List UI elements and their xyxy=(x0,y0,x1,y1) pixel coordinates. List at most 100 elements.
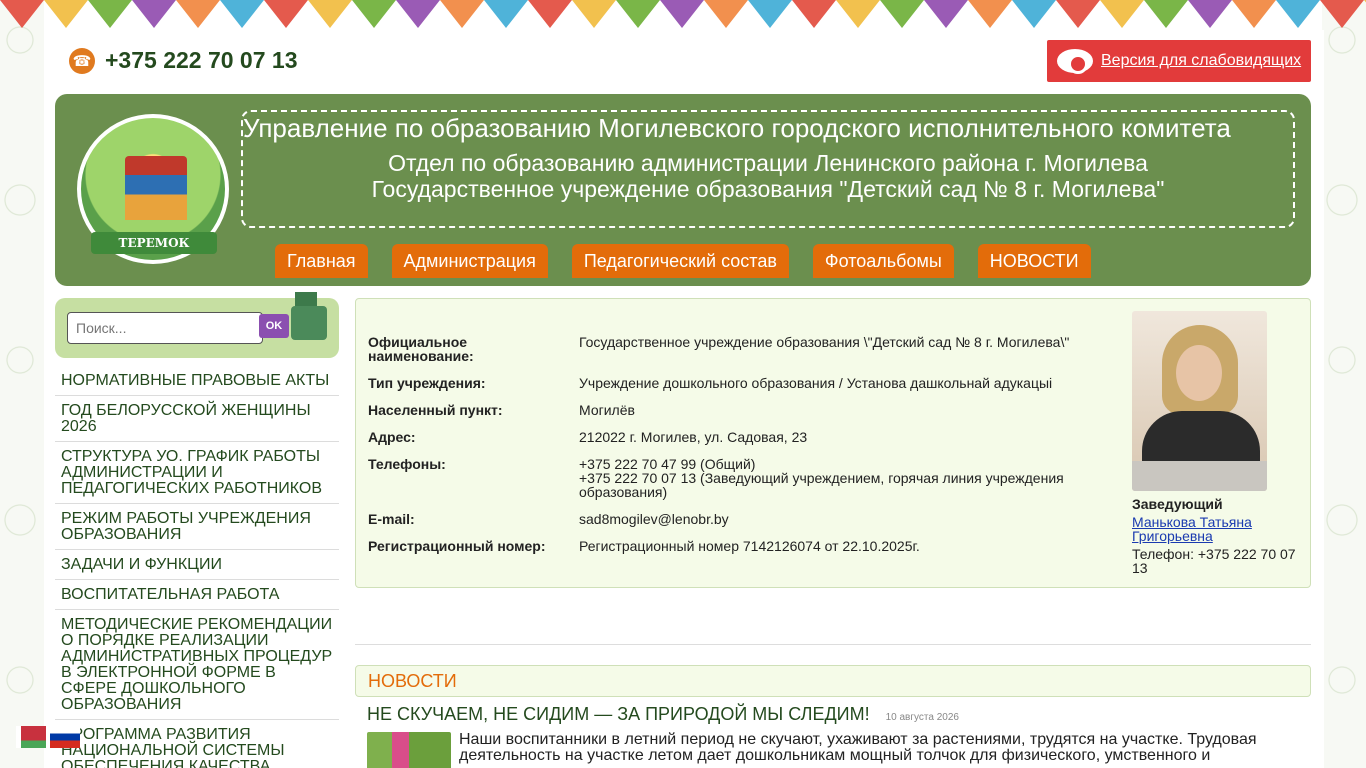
header-title-main: Управление по образованию Могилевского г… xyxy=(243,113,1231,143)
kindergarten-logo[interactable]: ТЕРЕМОК xyxy=(77,114,229,264)
info-value: Учреждение дошкольного образования / Уст… xyxy=(579,375,1053,391)
sidebar-item-year-of-women[interactable]: ГОД БЕЛОРУССКОЙ ЖЕНЩИНЫ 2026 xyxy=(55,396,339,442)
low-vision-label: Версия для слабовидящих xyxy=(1101,52,1302,69)
train-chimney xyxy=(295,292,317,306)
info-row-phones: Телефоны: +375 222 70 47 99 (Общий) +375… xyxy=(368,457,1108,499)
eye-icon xyxy=(1057,49,1093,74)
info-label: Официальное наименование: xyxy=(368,334,474,364)
bunting-flag xyxy=(528,0,572,28)
top-phone: ☎ +375 222 70 07 13 xyxy=(69,47,298,74)
bunting-flag xyxy=(924,0,968,28)
train-body xyxy=(291,306,327,340)
info-row-official-name: Официальное наименование: Государственно… xyxy=(368,335,1108,363)
header-title-sub1: Отдел по образованию администрации Ленин… xyxy=(388,150,1148,176)
sidebar-item-methodical-recommendations[interactable]: МЕТОДИЧЕСКИЕ РЕКОМЕНДАЦИИ О ПОРЯДКЕ РЕАЛ… xyxy=(55,610,339,720)
bunting-flag xyxy=(1144,0,1188,28)
bunting-flag xyxy=(748,0,792,28)
sidebar-item-work-schedule[interactable]: РЕЖИМ РАБОТЫ УЧРЕЖДЕНИЯ ОБРАЗОВАНИЯ xyxy=(55,504,339,550)
low-vision-version-button[interactable]: Версия для слабовидящих xyxy=(1047,40,1311,82)
news-date: 10 августа 2026 xyxy=(885,712,959,723)
bunting-flag xyxy=(1012,0,1056,28)
bunting-flag xyxy=(352,0,396,28)
info-value: Могилёв xyxy=(579,402,635,418)
train-icon xyxy=(291,292,331,346)
nav-photo-albums[interactable]: Фотоальбомы xyxy=(812,244,954,278)
bunting-flag xyxy=(44,0,88,28)
search-input[interactable] xyxy=(67,312,263,344)
info-row-registration: Регистрационный номер: Регистрационный н… xyxy=(368,539,1108,553)
sidebar-item-tasks[interactable]: ЗАДАЧИ И ФУНКЦИИ xyxy=(55,550,339,580)
news-section-header: НОВОСТИ xyxy=(355,665,1311,697)
belarus-flag-icon[interactable] xyxy=(16,726,46,748)
bunting-flag xyxy=(88,0,132,28)
bunting-flag xyxy=(792,0,836,28)
bunting-flag xyxy=(1056,0,1100,28)
info-rows: Официальное наименование: Государственно… xyxy=(368,335,1108,566)
info-row-locality: Населенный пункт: Могилёв xyxy=(368,403,1108,417)
russia-flag-icon[interactable] xyxy=(50,726,80,748)
nav-home[interactable]: Главная xyxy=(275,244,368,278)
main-nav: Главная Администрация Педагогический сос… xyxy=(275,244,1091,278)
director-name-link[interactable]: Манькова Татьяна Григорьевна xyxy=(1132,515,1302,543)
bunting-flag xyxy=(1320,0,1364,28)
info-value: +375 222 70 47 99 (Общий) +375 222 70 07… xyxy=(579,456,1064,500)
bunting-flag xyxy=(440,0,484,28)
bunting-flag xyxy=(132,0,176,28)
header-title-box: Управление по образованию Могилевского г… xyxy=(241,110,1295,228)
info-value: Регистрационный номер 7142126074 от 22.1… xyxy=(579,538,920,554)
institution-info-panel: Официальное наименование: Государственно… xyxy=(355,298,1311,588)
director-info: Заведующий Манькова Татьяна Григорьевна … xyxy=(1132,497,1302,575)
director-phone: Телефон: +375 222 70 07 13 xyxy=(1132,546,1296,576)
language-switcher xyxy=(16,726,80,748)
site-header: ТЕРЕМОК Управление по образованию Могиле… xyxy=(55,94,1311,286)
info-value: sad8mogilev@lenobr.by xyxy=(579,511,729,527)
info-row-email: E-mail: sad8mogilev@lenobr.by xyxy=(368,512,1108,526)
right-decor-pattern xyxy=(1322,0,1366,768)
logo-ribbon: ТЕРЕМОК xyxy=(91,232,217,254)
nav-news[interactable]: НОВОСТИ xyxy=(977,244,1091,278)
phone-icon: ☎ xyxy=(69,47,95,74)
search-box: OK xyxy=(55,292,339,358)
director-role: Заведующий xyxy=(1132,496,1223,512)
sidebar-item-development-program[interactable]: ПРОГРАММА РАЗВИТИЯ НАЦИОНАЛЬНОЙ СИСТЕМЫ … xyxy=(55,720,339,768)
content-divider xyxy=(355,644,1311,645)
bunting-flag xyxy=(660,0,704,28)
info-label: E-mail: xyxy=(368,511,415,527)
photo-desk xyxy=(1132,461,1267,491)
left-decor-pattern xyxy=(0,0,44,768)
director-photo xyxy=(1132,311,1267,491)
page-container: ☎ +375 222 70 07 13 Версия для слабовидя… xyxy=(44,30,1324,768)
sidebar-menu: НОРМАТИВНЫЕ ПРАВОВЫЕ АКТЫ ГОД БЕЛОРУССКО… xyxy=(55,366,339,768)
info-row-address: Адрес: 212022 г. Могилев, ул. Садовая, 2… xyxy=(368,430,1108,444)
logo-house-image xyxy=(125,156,187,220)
news-title-link[interactable]: НЕ СКУЧАЕМ, НЕ СИДИМ — ЗА ПРИРОДОЙ МЫ СЛ… xyxy=(367,704,870,725)
info-value: 212022 г. Могилев, ул. Садовая, 23 xyxy=(579,429,808,445)
info-value: Государственное учреждение образования \… xyxy=(579,334,1070,350)
bunting-flag xyxy=(616,0,660,28)
search-ok-button[interactable]: OK xyxy=(259,314,289,338)
bunting-decoration xyxy=(0,0,1366,30)
sidebar-item-educational-work[interactable]: ВОСПИТАТЕЛЬНАЯ РАБОТА xyxy=(55,580,339,610)
bunting-flag xyxy=(396,0,440,28)
info-label: Тип учреждения: xyxy=(368,375,486,391)
nav-teaching-staff[interactable]: Педагогический состав xyxy=(571,244,789,278)
info-label: Населенный пункт: xyxy=(368,402,503,418)
info-label: Регистрационный номер: xyxy=(368,538,546,554)
sidebar-item-legal-acts[interactable]: НОРМАТИВНЫЕ ПРАВОВЫЕ АКТЫ xyxy=(55,366,339,396)
bunting-flag xyxy=(220,0,264,28)
info-label: Адрес: xyxy=(368,429,416,445)
bunting-flag xyxy=(572,0,616,28)
bunting-flag xyxy=(1232,0,1276,28)
bunting-flag xyxy=(264,0,308,28)
bunting-flag xyxy=(968,0,1012,28)
sidebar-item-structure[interactable]: СТРУКТУРА УО. ГРАФИК РАБОТЫ АДМИНИСТРАЦИ… xyxy=(55,442,339,504)
news-thumbnail[interactable] xyxy=(367,732,451,768)
bunting-flag xyxy=(308,0,352,28)
nav-administration[interactable]: Администрация xyxy=(391,244,548,278)
info-row-type: Тип учреждения: Учреждение дошкольного о… xyxy=(368,376,1108,390)
bunting-flag xyxy=(484,0,528,28)
info-label: Телефоны: xyxy=(368,456,446,472)
bunting-flag xyxy=(1276,0,1320,28)
photo-face xyxy=(1176,345,1222,401)
bunting-flag xyxy=(176,0,220,28)
